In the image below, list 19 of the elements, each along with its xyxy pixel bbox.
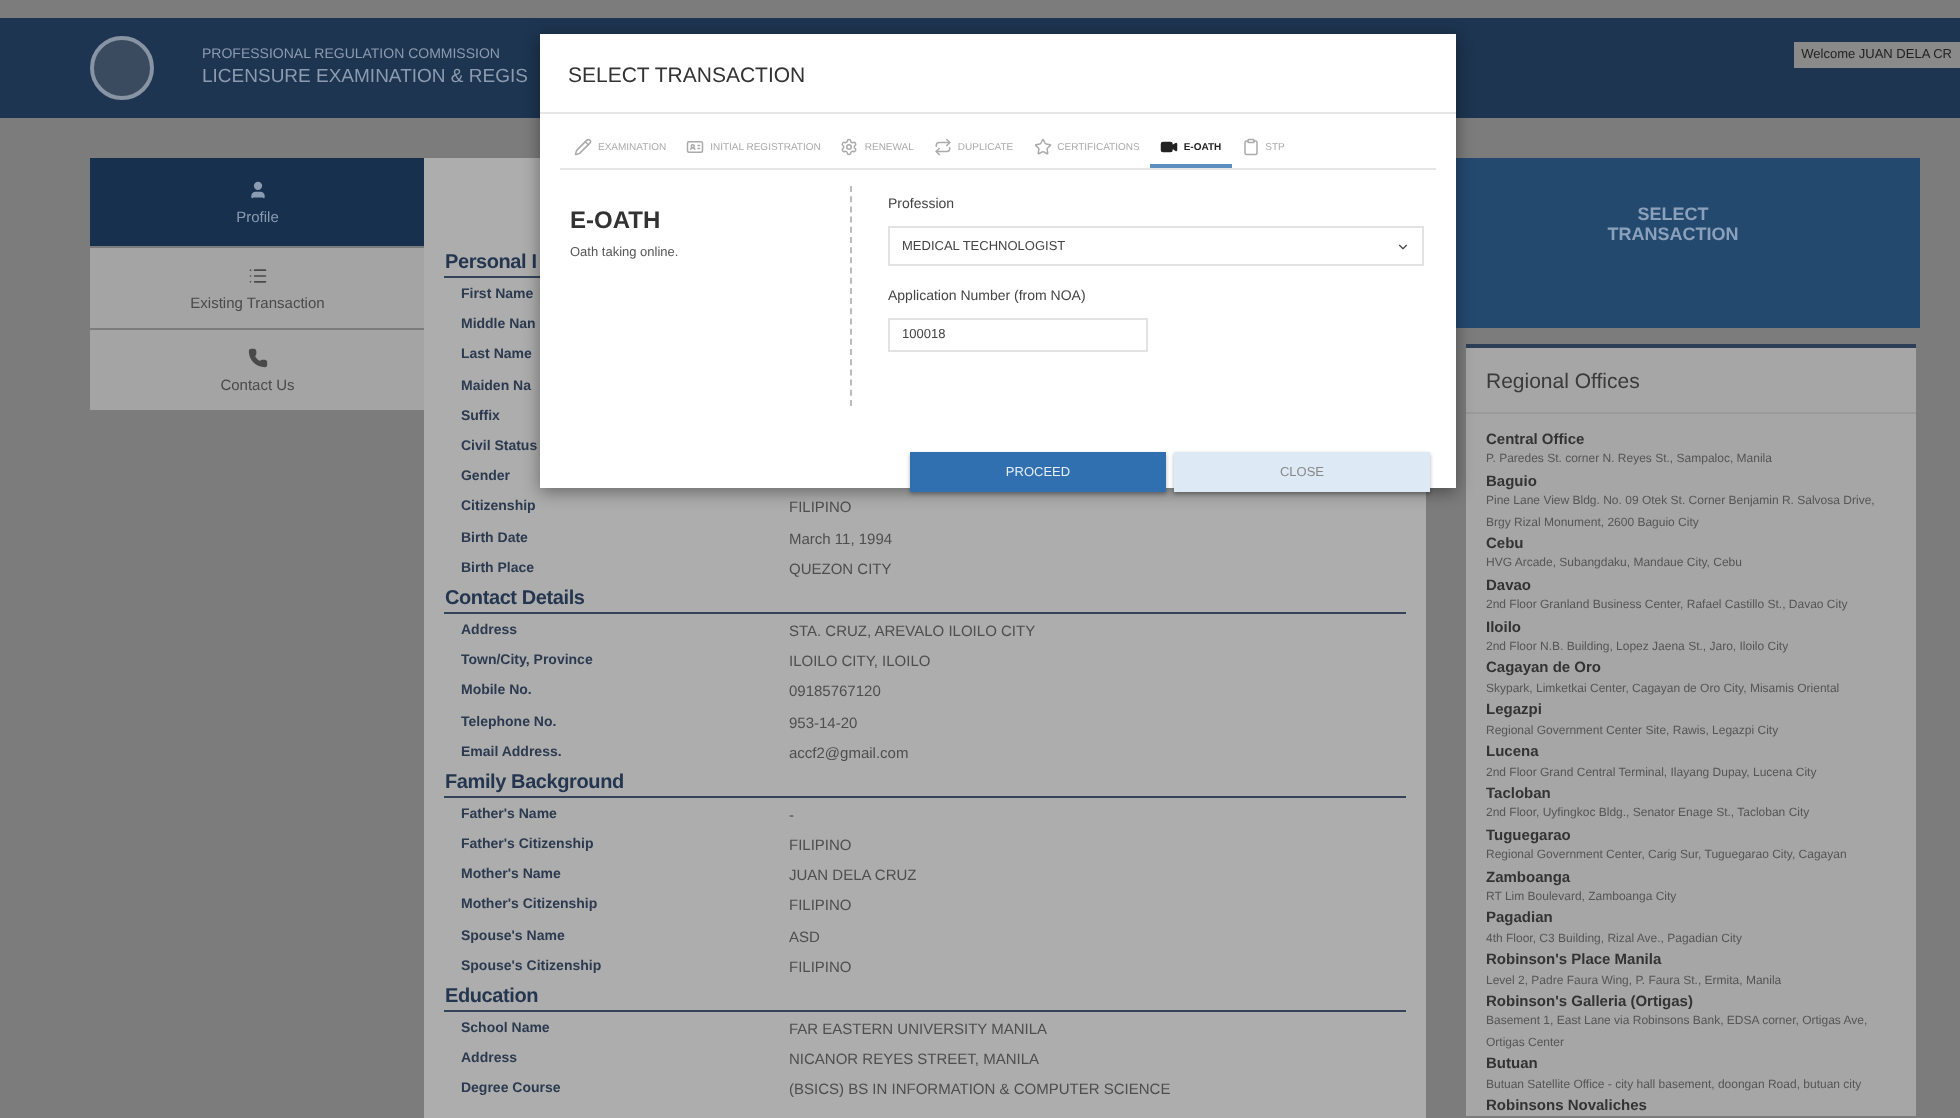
section-heading: Contact Details [444,587,585,610]
section-heading: Personal I [444,252,537,274]
sidebar-item-icon [247,347,268,367]
tab-icon [574,138,592,156]
tab-icon [1159,138,1178,156]
tab-icon [686,138,705,156]
transaction-heading: E-OATH [570,206,663,234]
section-heading: Education [444,985,539,1008]
caret-icon [1396,239,1410,253]
section-heading: Family Background [444,771,624,794]
dialog-title: SELECT TRANSACTION [540,34,1456,114]
tab-icon [1241,138,1260,156]
tab-icon [933,138,952,156]
tab-icon [840,138,859,156]
site-title: LICENSURE EXAMINATION & REGIS [202,66,528,88]
seal-logo [90,36,154,100]
tab-icon [1033,138,1052,156]
card-title: Regional Offices [1466,348,1916,414]
sidebar-item-icon [247,179,268,199]
